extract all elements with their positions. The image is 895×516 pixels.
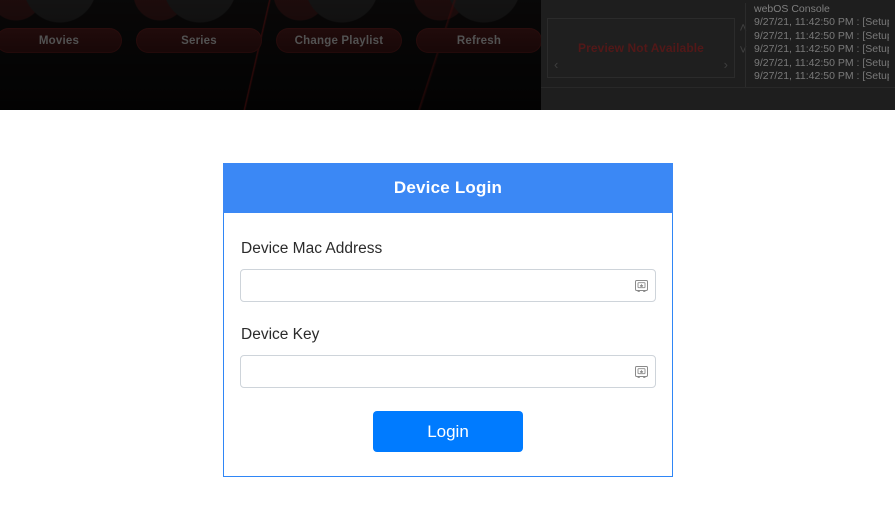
field-group-device-key: Device Key	[240, 325, 656, 388]
dev-tools-panel-footer	[541, 87, 895, 110]
dialog-title: Device Login	[393, 178, 503, 197]
preview-message: Preview Not Available	[578, 41, 704, 55]
nav-button-change-playlist[interactable]: Change Playlist	[276, 28, 402, 53]
nav-button-refresh[interactable]: Refresh	[416, 28, 541, 53]
dialog-header: Device Login	[223, 163, 673, 213]
nav-button-label: Movies	[38, 34, 80, 47]
preview-card: Preview Not Available ‹ ›	[547, 18, 735, 78]
autofill-icon[interactable]	[634, 278, 649, 293]
device-mac-address-input[interactable]	[240, 269, 656, 302]
background-app-strip: Movies Series Change Playlist Refresh Pr…	[0, 0, 895, 110]
dialog-body: Device Mac Address Device Key Login	[224, 213, 672, 476]
dialog-actions: Login	[240, 411, 656, 452]
device-key-input[interactable]	[240, 355, 656, 388]
dev-tools-panel-content: Preview Not Available ‹ › ˄ ˅ webOS Cons…	[541, 3, 895, 88]
device-login-dialog: Device Login Device Mac Address Device K…	[223, 163, 673, 477]
console-log-line: 9/27/21, 11:42:50 PM : [SetupD	[754, 43, 889, 55]
preview-section: Preview Not Available ‹ › ˄ ˅	[547, 3, 747, 88]
media-app-background: Movies Series Change Playlist Refresh	[0, 0, 541, 110]
nav-button-label: Refresh	[456, 34, 502, 47]
dev-tools-panel: Preview Not Available ‹ › ˄ ˅ webOS Cons…	[541, 0, 895, 110]
device-mac-address-field-wrap	[240, 269, 656, 302]
console-log-line: 9/27/21, 11:42:50 PM : [SetupD	[754, 29, 889, 42]
nav-button-label: Change Playlist	[294, 34, 384, 47]
chevron-right-icon[interactable]: ›	[724, 58, 728, 71]
console-log-line: 9/27/21, 11:42:50 PM : [SetupD	[754, 56, 889, 69]
nav-button-label: Series	[181, 34, 217, 47]
device-mac-address-label: Device Mac Address	[241, 240, 383, 257]
nav-button-movies[interactable]: Movies	[0, 28, 122, 53]
autofill-icon[interactable]	[634, 364, 649, 379]
device-key-field-wrap	[240, 355, 656, 388]
media-app-nav-row: Movies Series Change Playlist Refresh	[0, 28, 541, 53]
login-button[interactable]: Login	[373, 411, 523, 452]
nav-button-series[interactable]: Series	[136, 28, 262, 53]
webos-console: webOS Console 9/27/21, 11:42:50 PM : [Se…	[745, 3, 889, 88]
field-group-mac-address: Device Mac Address	[240, 239, 656, 302]
console-title: webOS Console	[754, 3, 830, 15]
chevron-left-icon[interactable]: ‹	[554, 58, 558, 71]
device-key-label: Device Key	[241, 326, 320, 343]
page-root: Movies Series Change Playlist Refresh Pr…	[0, 0, 895, 516]
console-log-line: 9/27/21, 11:42:50 PM : [SetupD	[754, 16, 889, 28]
console-log-line: 9/27/21, 11:42:50 PM : [SetupD	[754, 70, 889, 82]
